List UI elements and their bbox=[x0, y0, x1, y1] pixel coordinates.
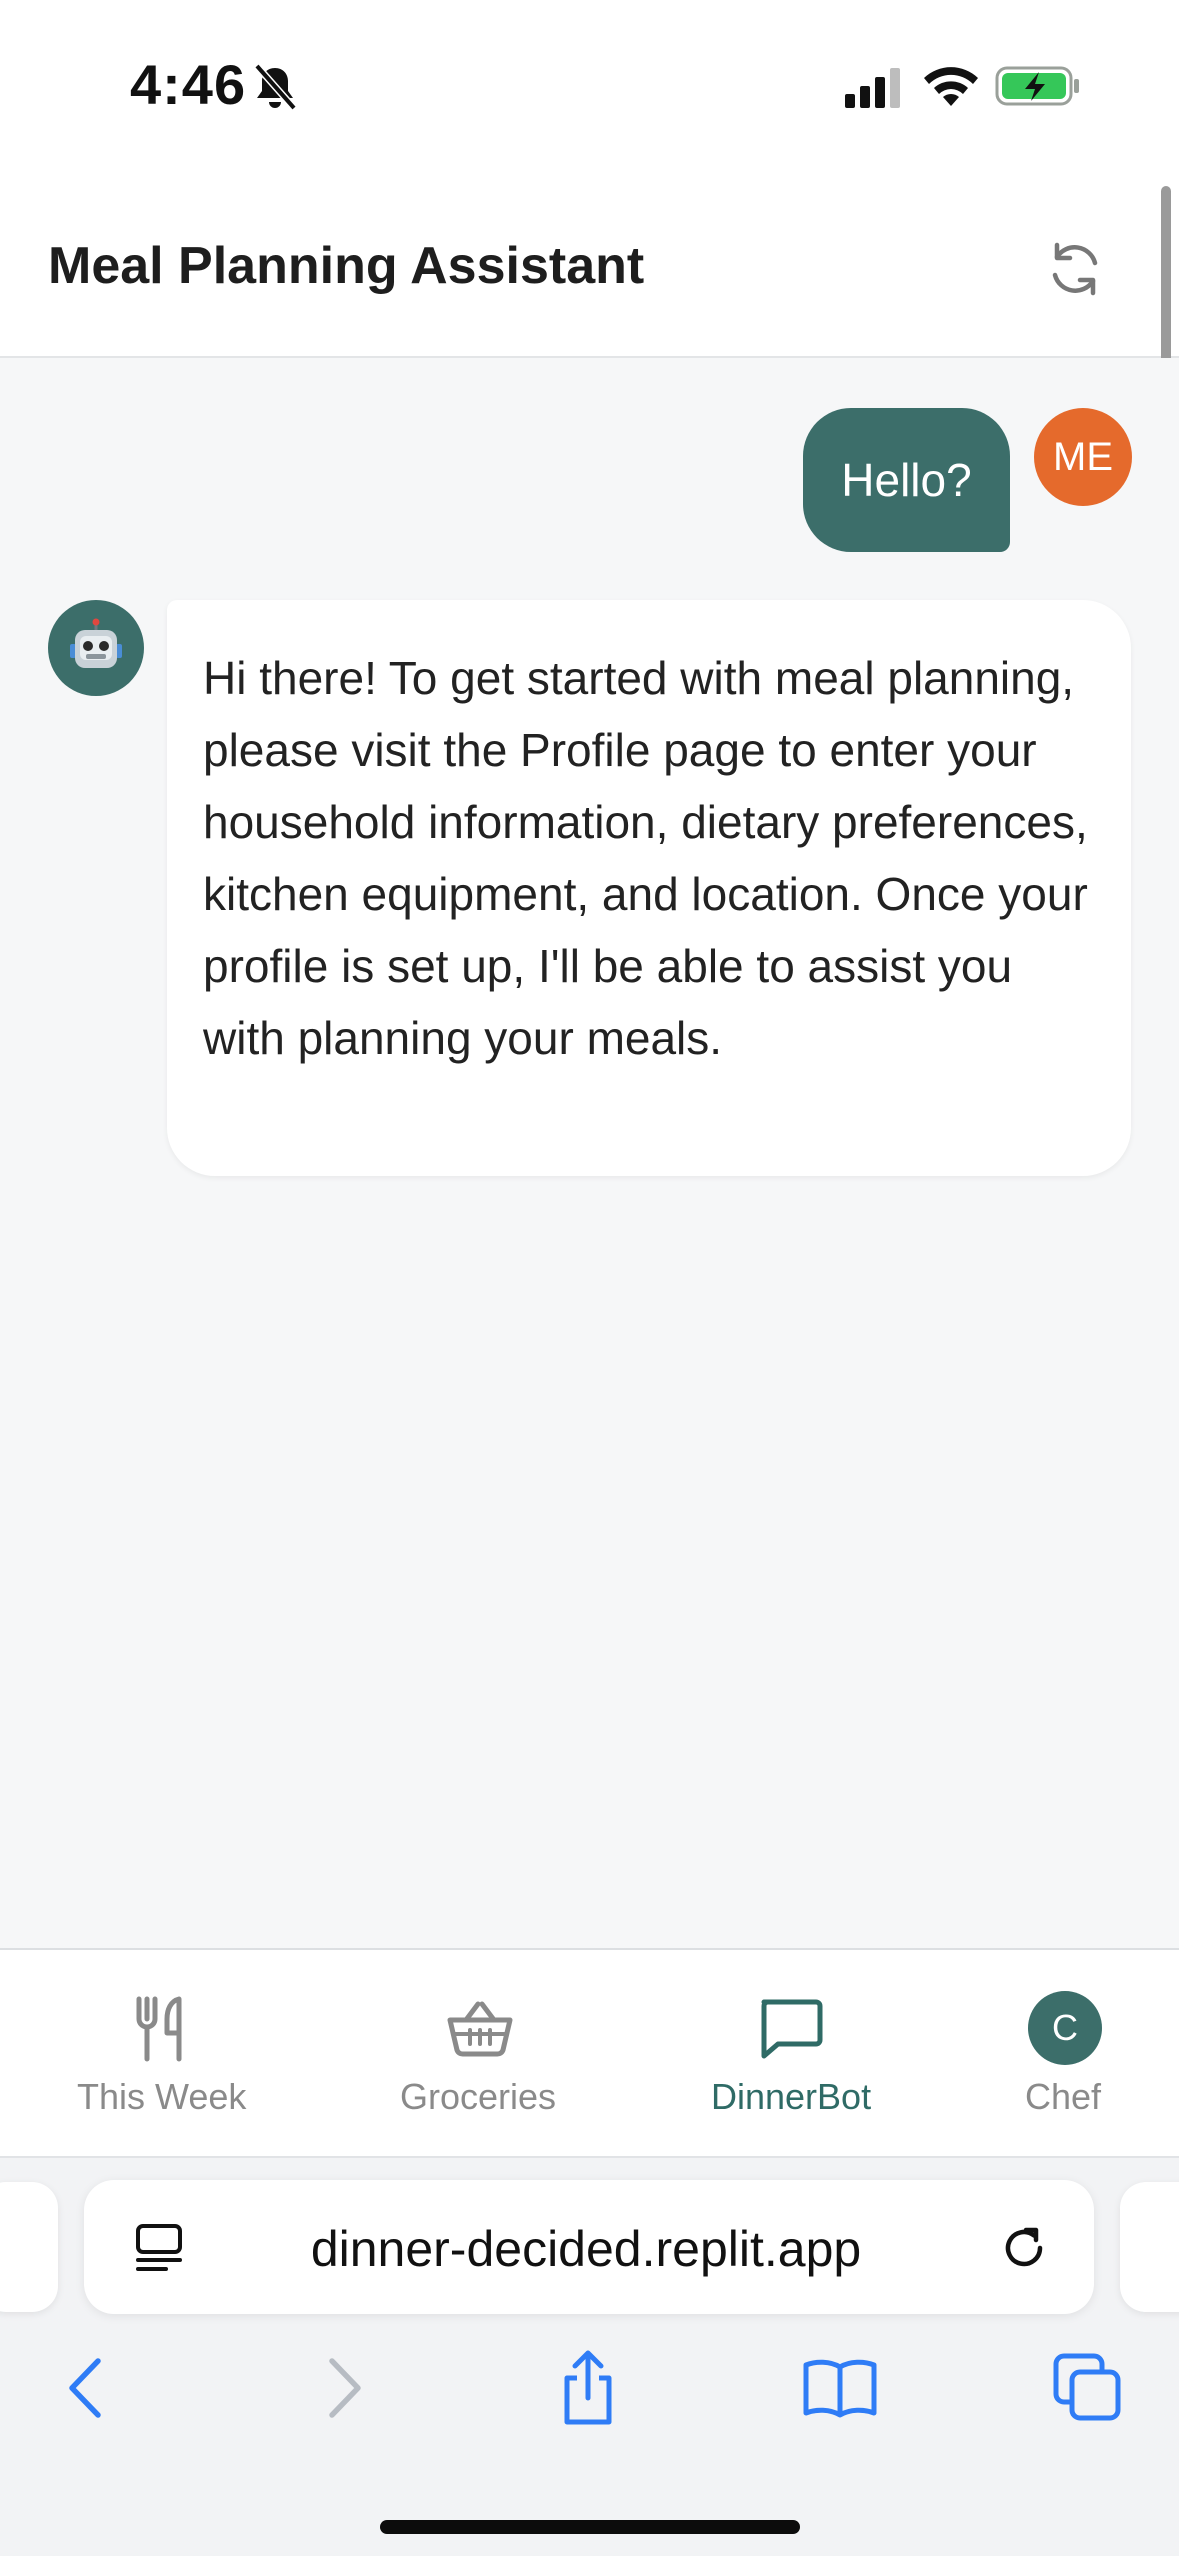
bottom-tab-nav: This Week Groceries DinnerBot C Chef bbox=[0, 1948, 1179, 2156]
bot-avatar bbox=[48, 600, 144, 696]
tab-label: Groceries bbox=[400, 2076, 557, 2117]
tab-this-week[interactable]: This Week bbox=[60, 1950, 260, 2158]
tabs-icon bbox=[1053, 2353, 1121, 2421]
forward-button[interactable] bbox=[302, 2348, 382, 2428]
page-menu-icon[interactable] bbox=[132, 2220, 186, 2274]
back-button[interactable] bbox=[48, 2348, 128, 2428]
fork-knife-icon bbox=[120, 1988, 200, 2068]
home-indicator bbox=[380, 2520, 800, 2534]
status-bar: 4:46 bbox=[0, 0, 1179, 180]
refresh-button[interactable] bbox=[1042, 236, 1108, 302]
tabs-button[interactable] bbox=[1048, 2348, 1128, 2428]
tab-label: DinnerBot bbox=[711, 2076, 872, 2117]
avatar: C bbox=[1025, 1988, 1105, 2068]
share-button[interactable] bbox=[548, 2348, 628, 2428]
bookmarks-icon bbox=[803, 2359, 877, 2418]
url-text: dinner-decided.replit.app bbox=[310, 2221, 862, 2277]
next-tab-preview[interactable] bbox=[1120, 2182, 1179, 2312]
tab-groceries[interactable]: Groceries bbox=[378, 1950, 578, 2158]
basket-icon bbox=[440, 1988, 520, 2068]
page-title: Meal Planning Assistant bbox=[48, 237, 645, 295]
status-time: 4:46 bbox=[130, 53, 247, 116]
forward-icon bbox=[329, 2358, 361, 2418]
tab-chef[interactable]: C Chef bbox=[1000, 1950, 1130, 2158]
robot-icon bbox=[70, 618, 122, 668]
chef-avatar-initial: C bbox=[1028, 1991, 1102, 2065]
tab-label: This Week bbox=[77, 2076, 247, 2117]
chat-area[interactable]: Hello? ME Hi there! To get started with … bbox=[0, 358, 1179, 1948]
bookmarks-button[interactable] bbox=[800, 2348, 880, 2428]
user-message-text: Hello? bbox=[841, 454, 972, 506]
reload-icon[interactable] bbox=[996, 2220, 1052, 2276]
back-icon bbox=[69, 2358, 101, 2418]
browser-toolbar: dinner-decided.replit.app bbox=[0, 2156, 1179, 2556]
bot-message-bubble: Hi there! To get started with meal plann… bbox=[167, 600, 1131, 1176]
app-header: Meal Planning Assistant bbox=[0, 180, 1179, 358]
signal-icon bbox=[845, 68, 900, 108]
bot-message-text: Hi there! To get started with meal plann… bbox=[203, 652, 1088, 1064]
previous-tab-preview[interactable] bbox=[0, 2182, 58, 2312]
chat-bubble-icon bbox=[750, 1988, 830, 2068]
wifi-icon bbox=[924, 67, 978, 106]
address-bar[interactable]: dinner-decided.replit.app bbox=[84, 2180, 1094, 2314]
bell-off-icon bbox=[254, 63, 297, 111]
battery-charging-icon bbox=[995, 66, 1079, 106]
tab-dinnerbot[interactable]: DinnerBot bbox=[690, 1950, 890, 2158]
refresh-icon bbox=[1052, 242, 1098, 296]
share-icon bbox=[564, 2350, 612, 2425]
user-avatar: ME bbox=[1034, 408, 1132, 506]
user-message-bubble: Hello? bbox=[803, 408, 1010, 552]
user-avatar-initials: ME bbox=[1053, 434, 1113, 479]
tab-label: Chef bbox=[1025, 2076, 1102, 2117]
